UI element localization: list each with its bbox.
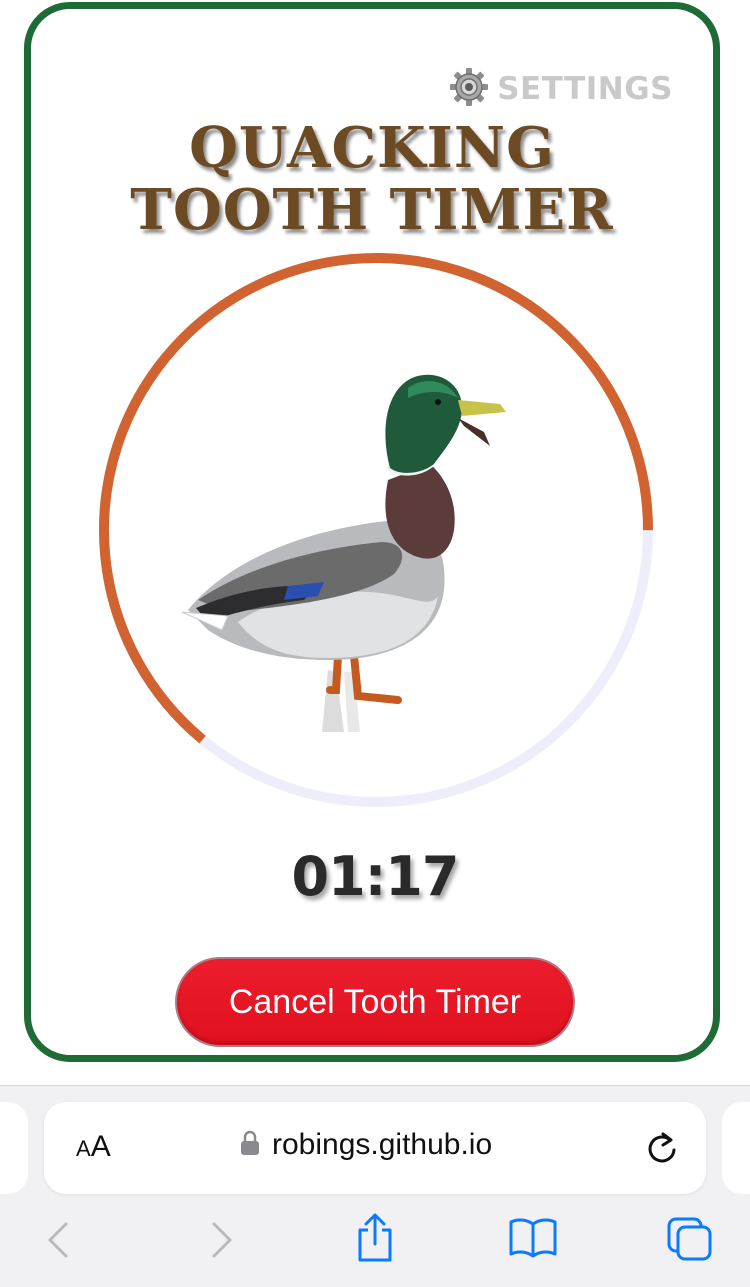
page-title: Quacking Tooth Timer bbox=[130, 115, 614, 243]
gear-icon bbox=[449, 67, 489, 111]
lock-icon bbox=[240, 1130, 260, 1160]
duck-image bbox=[181, 374, 506, 732]
text-size-small-a: A bbox=[76, 1136, 91, 1161]
url-display[interactable]: robings.github.io bbox=[240, 1128, 492, 1162]
settings-button[interactable]: Settings bbox=[449, 67, 673, 111]
next-tab-preview[interactable] bbox=[722, 1102, 750, 1194]
bookmarks-icon[interactable] bbox=[508, 1216, 558, 1264]
timer-display: 01:17 bbox=[291, 845, 460, 908]
browser-toolbar: AA robings.github.io bbox=[0, 1085, 750, 1287]
settings-label: Settings bbox=[497, 71, 673, 107]
share-icon[interactable] bbox=[354, 1212, 396, 1268]
cancel-tooth-timer-button[interactable]: Cancel Tooth Timer bbox=[175, 957, 575, 1047]
tabs-icon[interactable] bbox=[666, 1216, 714, 1266]
url-text: robings.github.io bbox=[272, 1128, 493, 1161]
forward-icon[interactable] bbox=[204, 1220, 238, 1264]
reload-icon[interactable] bbox=[644, 1128, 680, 1172]
text-size-big-a: A bbox=[90, 1130, 111, 1163]
address-bar[interactable]: AA robings.github.io bbox=[44, 1102, 706, 1194]
previous-tab-preview[interactable] bbox=[0, 1102, 28, 1194]
back-icon[interactable] bbox=[42, 1220, 76, 1264]
text-size-button[interactable]: AA bbox=[76, 1130, 111, 1164]
